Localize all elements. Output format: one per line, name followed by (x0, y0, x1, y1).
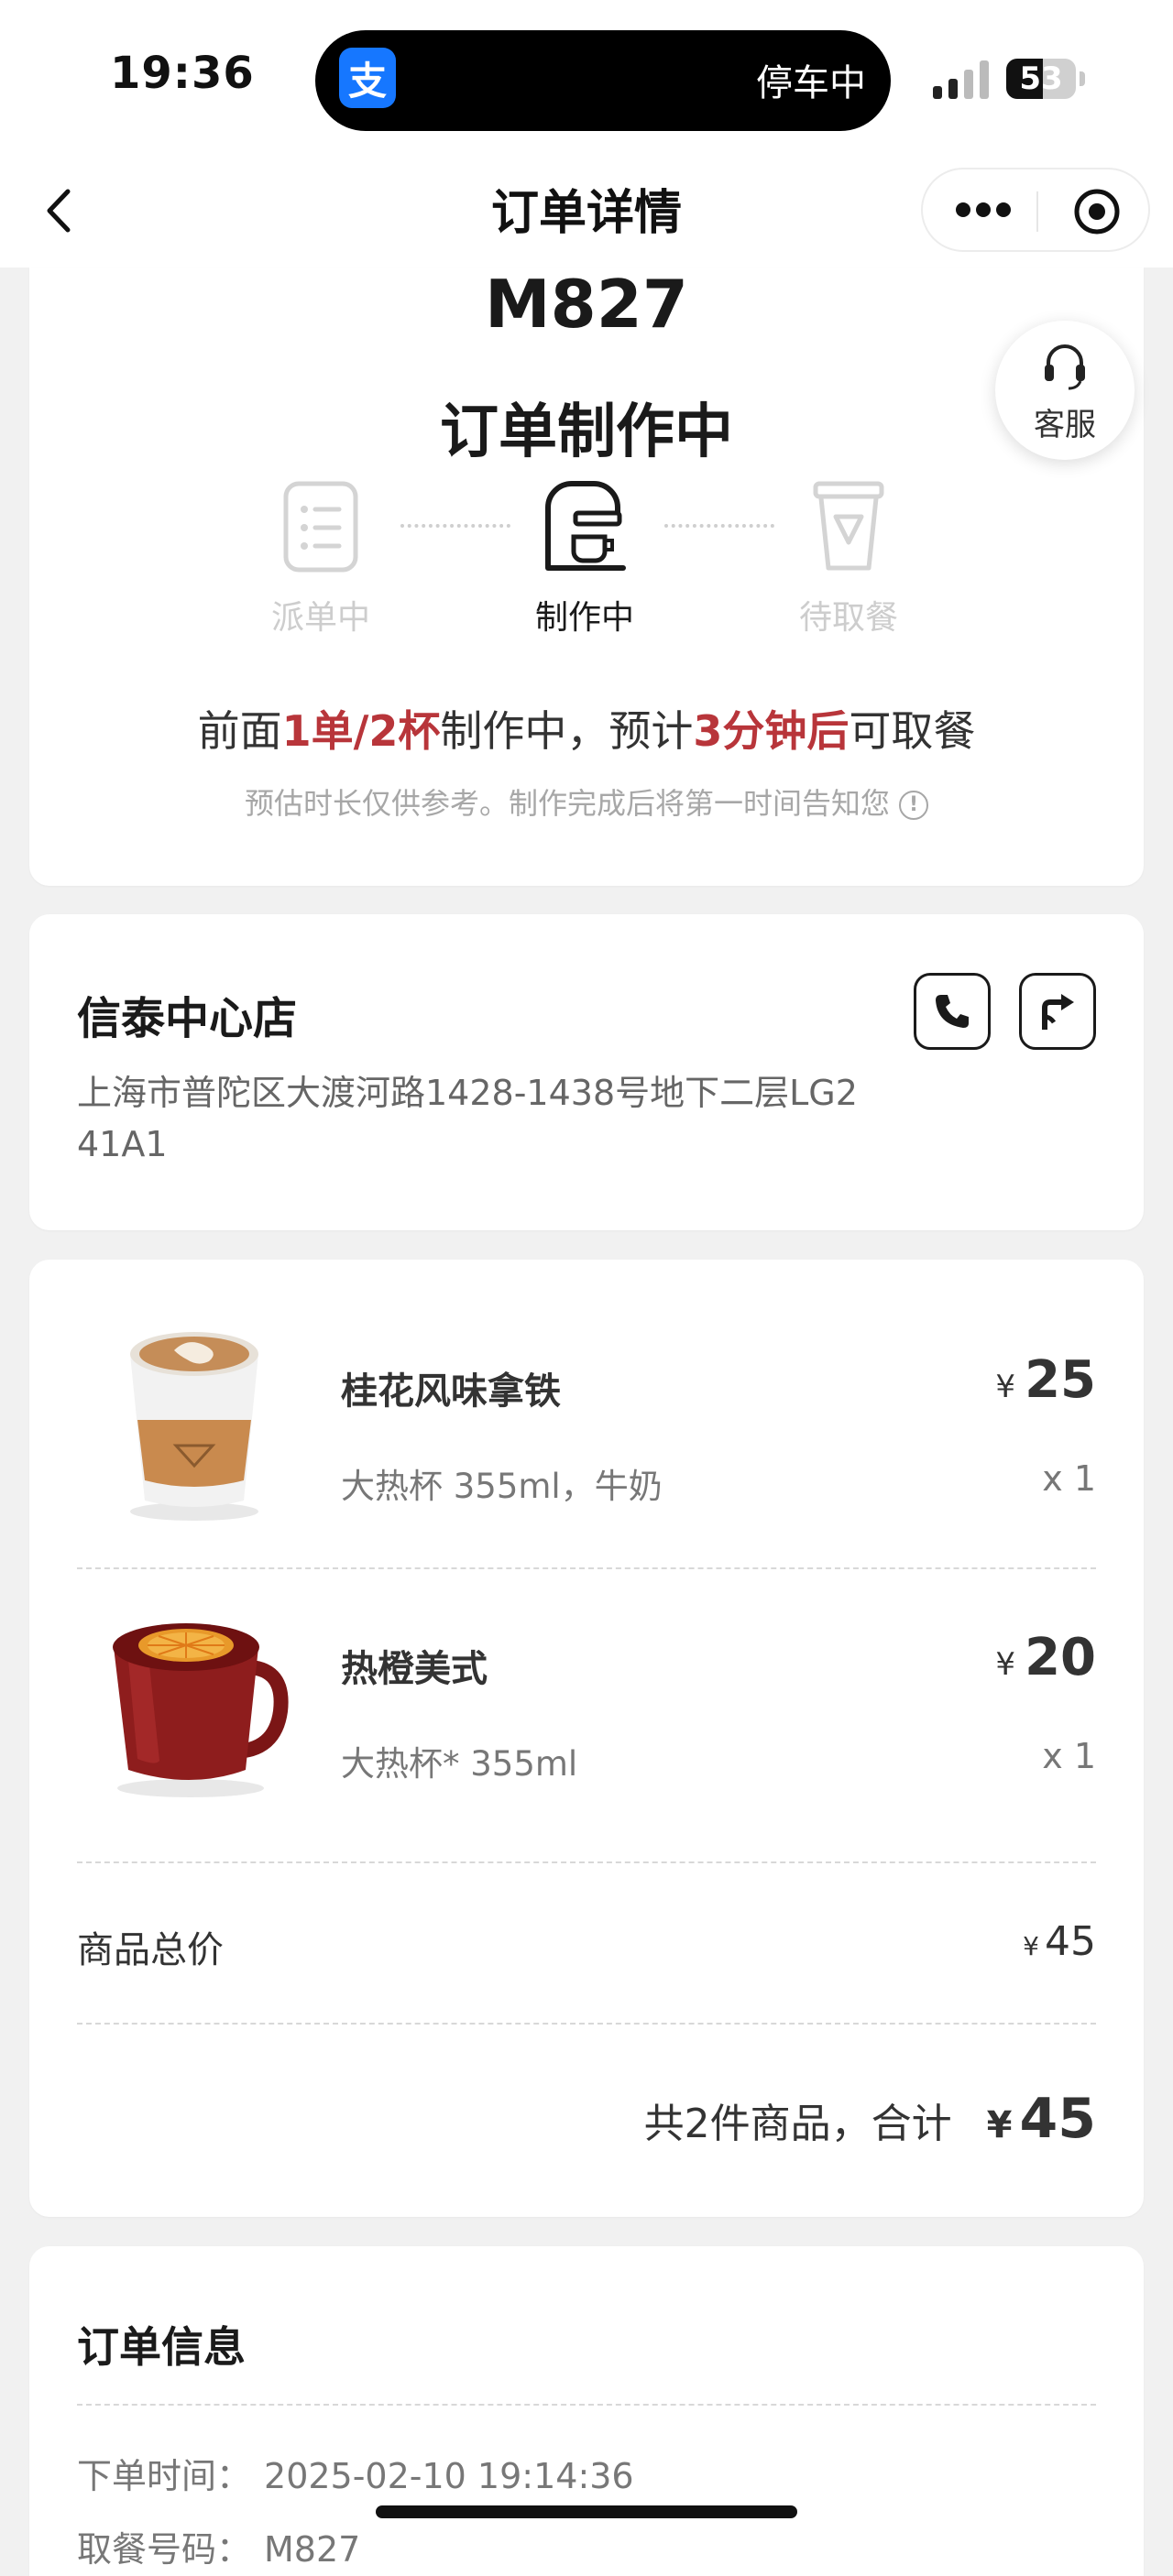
pickup-number-value: M827 (264, 2529, 361, 2570)
coffee-machine-icon (545, 481, 626, 571)
navigate-button[interactable] (1019, 973, 1096, 1050)
dispatch-icon (283, 481, 358, 573)
currency-symbol: ¥ (986, 2104, 1013, 2146)
direction-icon (1042, 994, 1074, 1030)
step-label-making: 制作中 (534, 599, 634, 637)
currency-symbol: ¥ (1023, 1931, 1039, 1961)
item-spec: 大热杯 355ml，牛奶 (341, 1467, 663, 1506)
step-label-pickup: 待取餐 (798, 599, 898, 637)
phone-icon (936, 995, 969, 1028)
step-connector (664, 524, 774, 528)
divider (77, 1567, 1096, 1569)
item-price: ¥20 (995, 1628, 1096, 1687)
divider (77, 1861, 1096, 1863)
item-spec: 大热杯* 355ml (341, 1744, 578, 1784)
item-price-value: 20 (1025, 1628, 1096, 1687)
currency-symbol: ¥ (995, 1369, 1016, 1405)
island-status-text: 停车中 (756, 62, 866, 104)
item-quantity: x 1 (1042, 1736, 1096, 1776)
status-time: 19:36 (110, 48, 255, 99)
total-row: 共2件商品，合计 ¥45 (644, 2087, 1096, 2151)
more-icon[interactable] (956, 202, 1011, 221)
customer-service-label: 客服 (1034, 407, 1096, 443)
order-time-row: 下单时间： 2025-02-10 19:14:36 (77, 2448, 634, 2498)
step-connector (400, 524, 510, 528)
step-label-dispatch: 派单中 (270, 599, 370, 637)
eta-queue-count: 1单/2杯 (281, 706, 441, 756)
currency-symbol: ¥ (995, 1646, 1016, 1683)
subtotal-value: ¥45 (1023, 1918, 1096, 1965)
order-info-title: 订单信息 (77, 2322, 246, 2372)
eta-part: 前面 (197, 706, 282, 756)
order-time-label: 下单时间： (77, 2456, 252, 2496)
close-miniapp-icon[interactable] (1073, 188, 1121, 235)
subtotal-amount: 45 (1045, 1918, 1096, 1965)
info-icon[interactable]: ! (899, 791, 928, 820)
call-store-button[interactable] (914, 973, 991, 1050)
item-price: ¥25 (995, 1350, 1096, 1410)
store-name: 信泰中心店 (77, 993, 298, 1044)
item-price-value: 25 (1025, 1350, 1096, 1410)
signal-icon (933, 60, 992, 99)
home-indicator[interactable] (376, 2505, 797, 2518)
eta-part: 可取餐 (849, 706, 976, 756)
battery-level: 53 (1019, 60, 1063, 97)
battery-tip (1080, 71, 1085, 86)
pickup-number-label: 取餐号码： (77, 2529, 252, 2570)
total-label: 共2件商品，合计 (643, 2101, 952, 2147)
customer-service-button[interactable]: 客服 (995, 321, 1135, 460)
orange-americano-image (113, 1623, 289, 1797)
order-time-value: 2025-02-10 19:14:36 (264, 2456, 634, 2496)
order-number: M827 (485, 266, 688, 343)
eta-text: 前面1单/2杯制作中，预计3分钟后可取餐 (0, 698, 1173, 759)
eta-part: 制作中，预计 (440, 706, 694, 756)
item-name: 热橙美式 (341, 1648, 488, 1690)
item-quantity: x 1 (1042, 1458, 1096, 1499)
eta-note-text: 预估时长仅供参考。制作完成后将第一时间告知您 (244, 786, 890, 821)
alipay-icon: 支 (339, 48, 396, 108)
divider (77, 2404, 1096, 2406)
miniapp-capsule (921, 168, 1150, 252)
osmanthus-latte-image (130, 1332, 258, 1521)
item-name: 桂花风味拿铁 (341, 1370, 561, 1413)
eta-note: 预估时长仅供参考。制作完成后将第一时间告知您! (0, 780, 1173, 823)
headset-icon (1045, 344, 1085, 390)
capsule-divider (1036, 191, 1038, 232)
eta-minutes: 3分钟后 (693, 706, 850, 756)
store-address: 上海市普陀区大渡河路1428-1438号地下二层LG2 41A1 (77, 1073, 858, 1164)
subtotal-label: 商品总价 (77, 1929, 224, 1971)
pickup-number-row: 取餐号码： M827 (77, 2521, 360, 2571)
total-amount: 45 (1019, 2087, 1097, 2151)
pickup-cup-icon (813, 481, 884, 571)
divider (77, 2023, 1096, 2025)
battery-icon: 53 (1006, 59, 1076, 99)
